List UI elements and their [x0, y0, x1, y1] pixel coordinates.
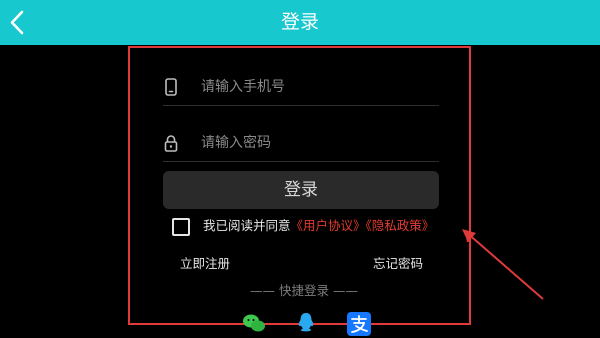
qq-icon[interactable]: [296, 312, 316, 334]
login-button[interactable]: 登录: [163, 171, 439, 209]
forgot-password-link[interactable]: 忘记密码: [373, 253, 423, 272]
wechat-icon[interactable]: [242, 312, 266, 334]
divider: [163, 105, 439, 106]
quick-login-title: —— 快捷登录 ——: [250, 283, 358, 298]
lock-icon: [164, 135, 178, 152]
phone-input[interactable]: 请输入手机号: [201, 76, 285, 96]
agreement-checkbox[interactable]: [172, 218, 190, 236]
divider: [163, 161, 439, 162]
privacy-policy-link[interactable]: 《隐私政策》: [366, 218, 435, 233]
register-link[interactable]: 立即注册: [180, 253, 230, 272]
password-field[interactable]: 请输入密码: [163, 122, 439, 162]
top-bar: 登录: [0, 0, 600, 45]
page-title: 登录: [280, 11, 319, 33]
phone-field[interactable]: 请输入手机号: [163, 66, 439, 106]
user-agreement-link[interactable]: 《用户协议》: [291, 218, 366, 233]
agreement-text: 我已阅读并同意《用户协议》《隐私政策》: [203, 217, 434, 235]
phone-icon: [165, 78, 177, 96]
password-input[interactable]: 请输入密码: [201, 132, 271, 152]
alipay-icon[interactable]: [347, 312, 371, 336]
agreement-prefix: 我已阅读并同意: [203, 218, 291, 233]
